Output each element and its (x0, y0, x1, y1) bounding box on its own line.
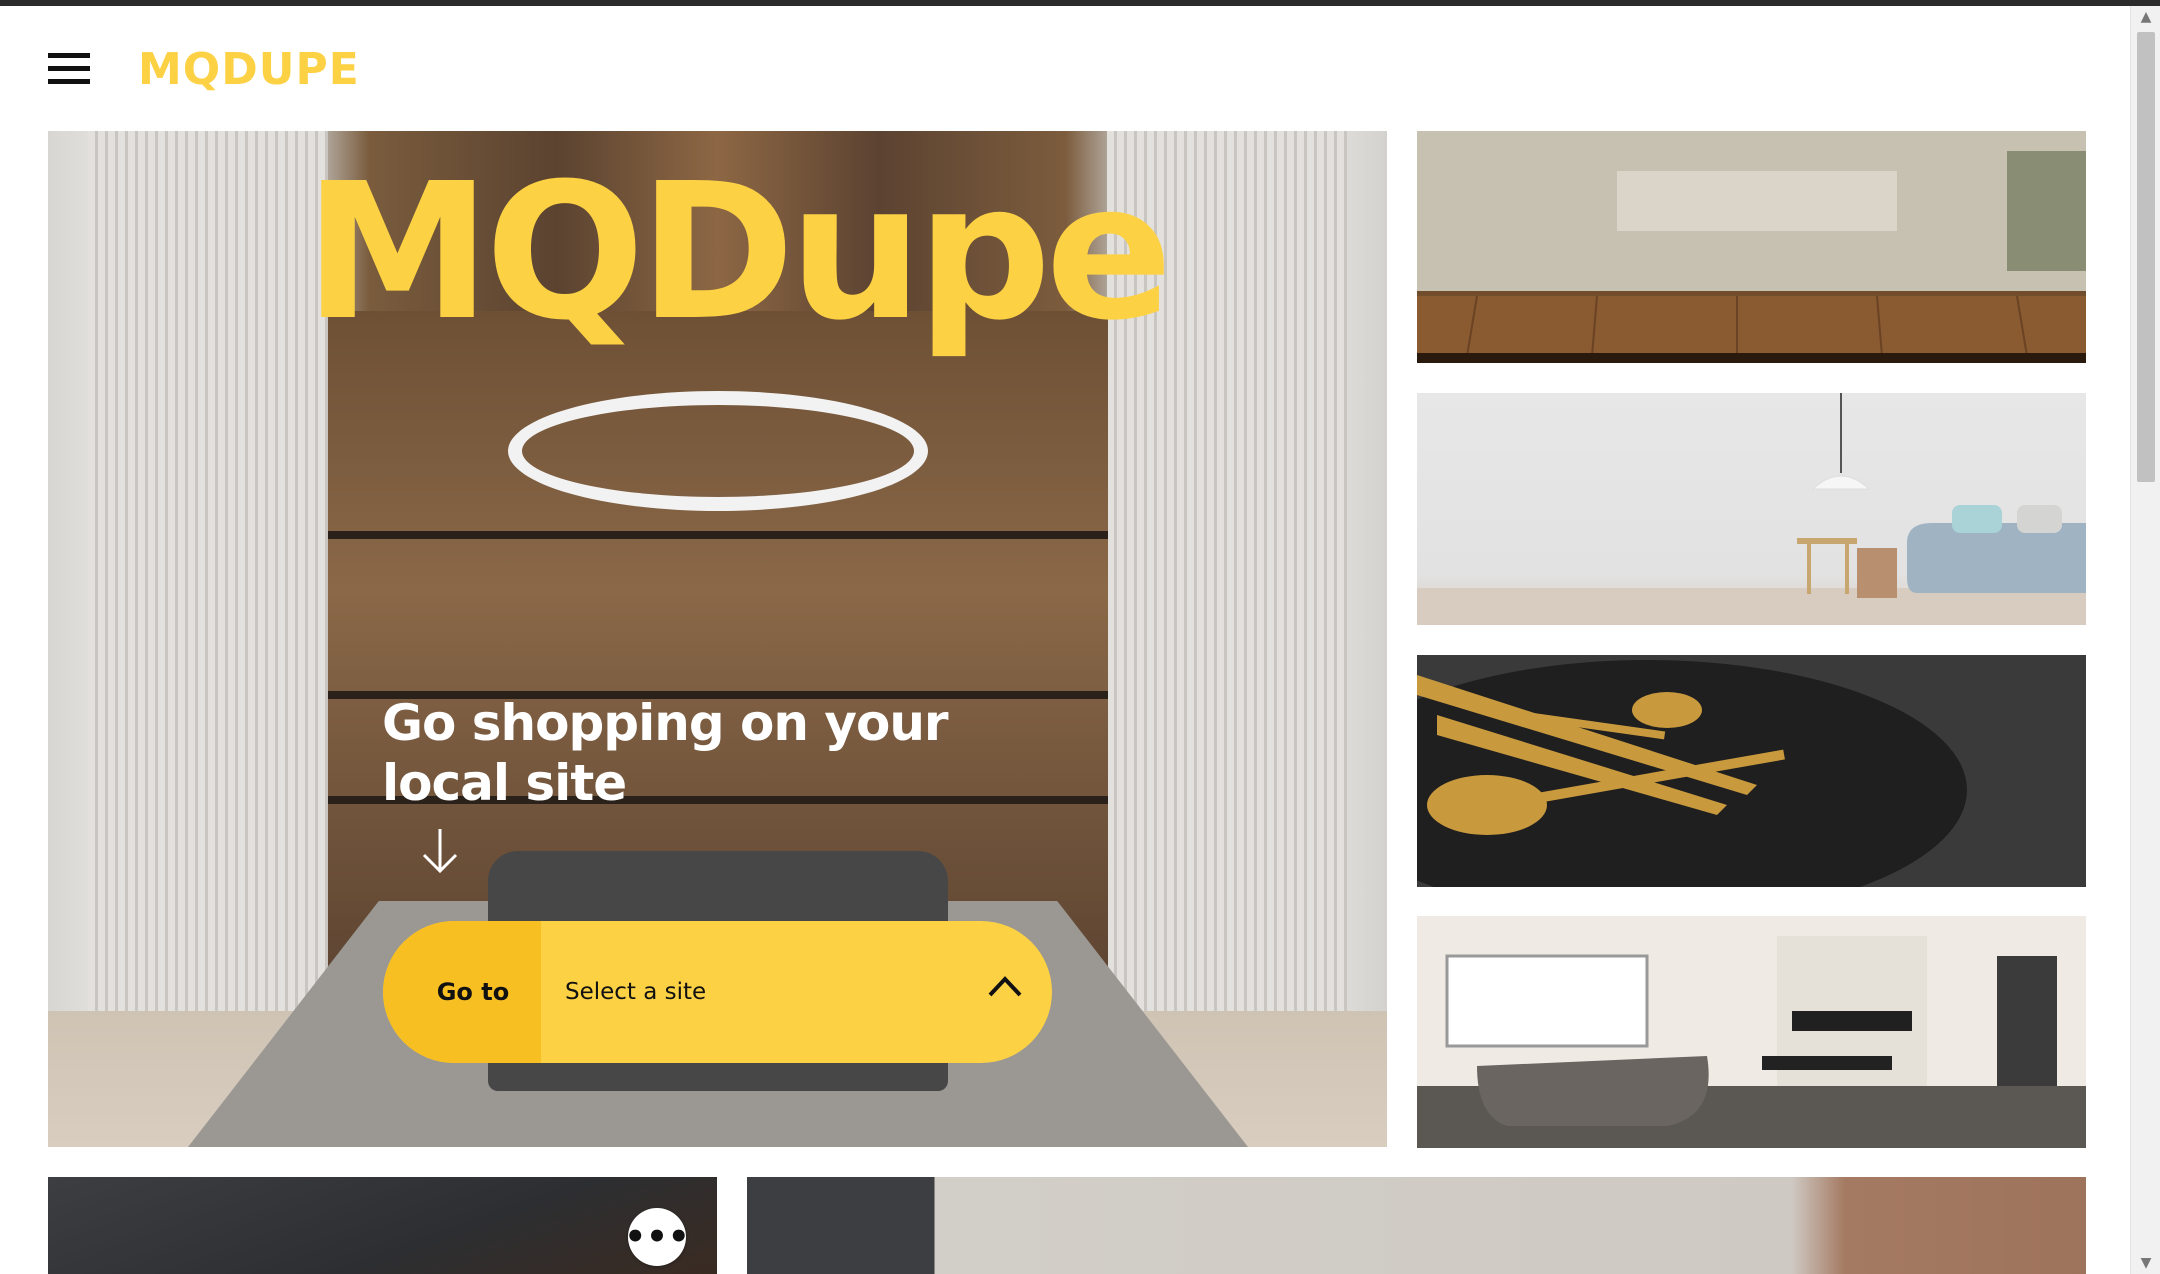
more-options-icon[interactable]: ••• (624, 1208, 690, 1266)
site-logo[interactable]: MQDUPE (138, 44, 360, 95)
arrow-down-icon (422, 829, 458, 874)
living-room-sofa-image[interactable] (1417, 393, 2086, 625)
bathroom-bathtub-image[interactable] (1417, 916, 2086, 1148)
bottom-left-image[interactable] (48, 1177, 717, 1274)
bottom-right-image[interactable] (747, 1177, 2086, 1274)
vertical-scrollbar[interactable]: ▲ ▼ (2130, 6, 2160, 1274)
hamburger-menu-icon[interactable] (48, 53, 90, 85)
ring-lamp (508, 391, 928, 511)
gold-cutlery-plate-image[interactable] (1417, 655, 2086, 887)
go-to-button[interactable]: Go to (383, 921, 541, 1063)
site-select-dropdown[interactable]: Select a site (541, 921, 1052, 1063)
scrollbar-thumb[interactable] (2137, 32, 2155, 482)
hero-subtitle: Go shopping on your local site (382, 694, 949, 812)
closet-shelf (328, 531, 1108, 539)
site-select-label: Select a site (565, 979, 707, 1005)
wall-panel-left (88, 131, 328, 1031)
site-selector-widget: Go to Select a site (383, 921, 1052, 1063)
hero-title: MQDupe (304, 143, 1173, 362)
hero-banner: MQDupe Go shopping on your local site Go… (48, 131, 1387, 1147)
more-options-label: ••• (624, 1217, 690, 1257)
kitchen-wood-counter-image[interactable] (1417, 131, 2086, 363)
site-header: MQDUPE (0, 6, 2130, 130)
chevron-up-icon (988, 976, 1022, 997)
scroll-up-arrow-icon[interactable]: ▲ (2131, 6, 2160, 28)
scroll-down-arrow-icon[interactable]: ▼ (2131, 1252, 2160, 1274)
